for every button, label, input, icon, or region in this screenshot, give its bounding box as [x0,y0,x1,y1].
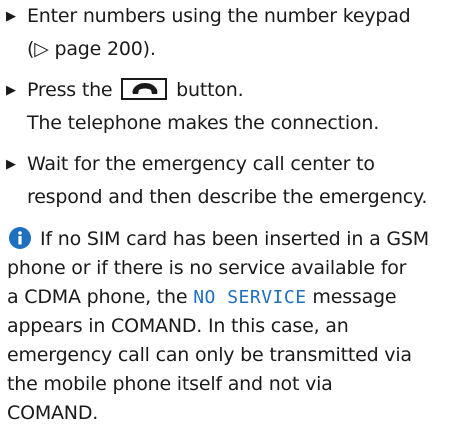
step-text-line: Wait for the emergency call center to [27,153,375,175]
step-text-line: Enter numbers using the number keypad [27,5,411,27]
note-text: a CDMA phone, the [7,286,188,308]
press-text: Press the [27,79,113,101]
note-text: message [312,286,397,308]
note-line: COMAND. [7,402,99,424]
no-service-message: NO SERVICE [193,287,307,308]
info-note: If no SIM card has been inserted in a GS… [0,223,461,424]
bullet-arrow: ▶ [6,83,16,98]
phone-handset-icon [132,83,158,94]
step-enter-numbers: ▶ Enter numbers using the number keypad … [0,0,461,66]
manual-page: ▶ Enter numbers using the number keypad … [0,0,461,424]
call-button-symbol [121,78,168,100]
info-icon [9,227,31,249]
bullet-arrow: ▶ [6,157,16,172]
step-wait-response: ▶ Wait for the emergency call center to … [0,148,461,214]
step-text-line: respond and then describe the emergency. [27,186,428,208]
button-text: button. [176,79,244,101]
step-result-line: The telephone makes the connection. [27,112,380,134]
step-text-line: Press the button. [27,74,244,107]
bullet-arrow: ▶ [6,9,16,24]
step-press-button: ▶ Press the button. The telephone makes … [0,74,461,140]
step-text-line: (▷ page 200). [27,38,156,60]
